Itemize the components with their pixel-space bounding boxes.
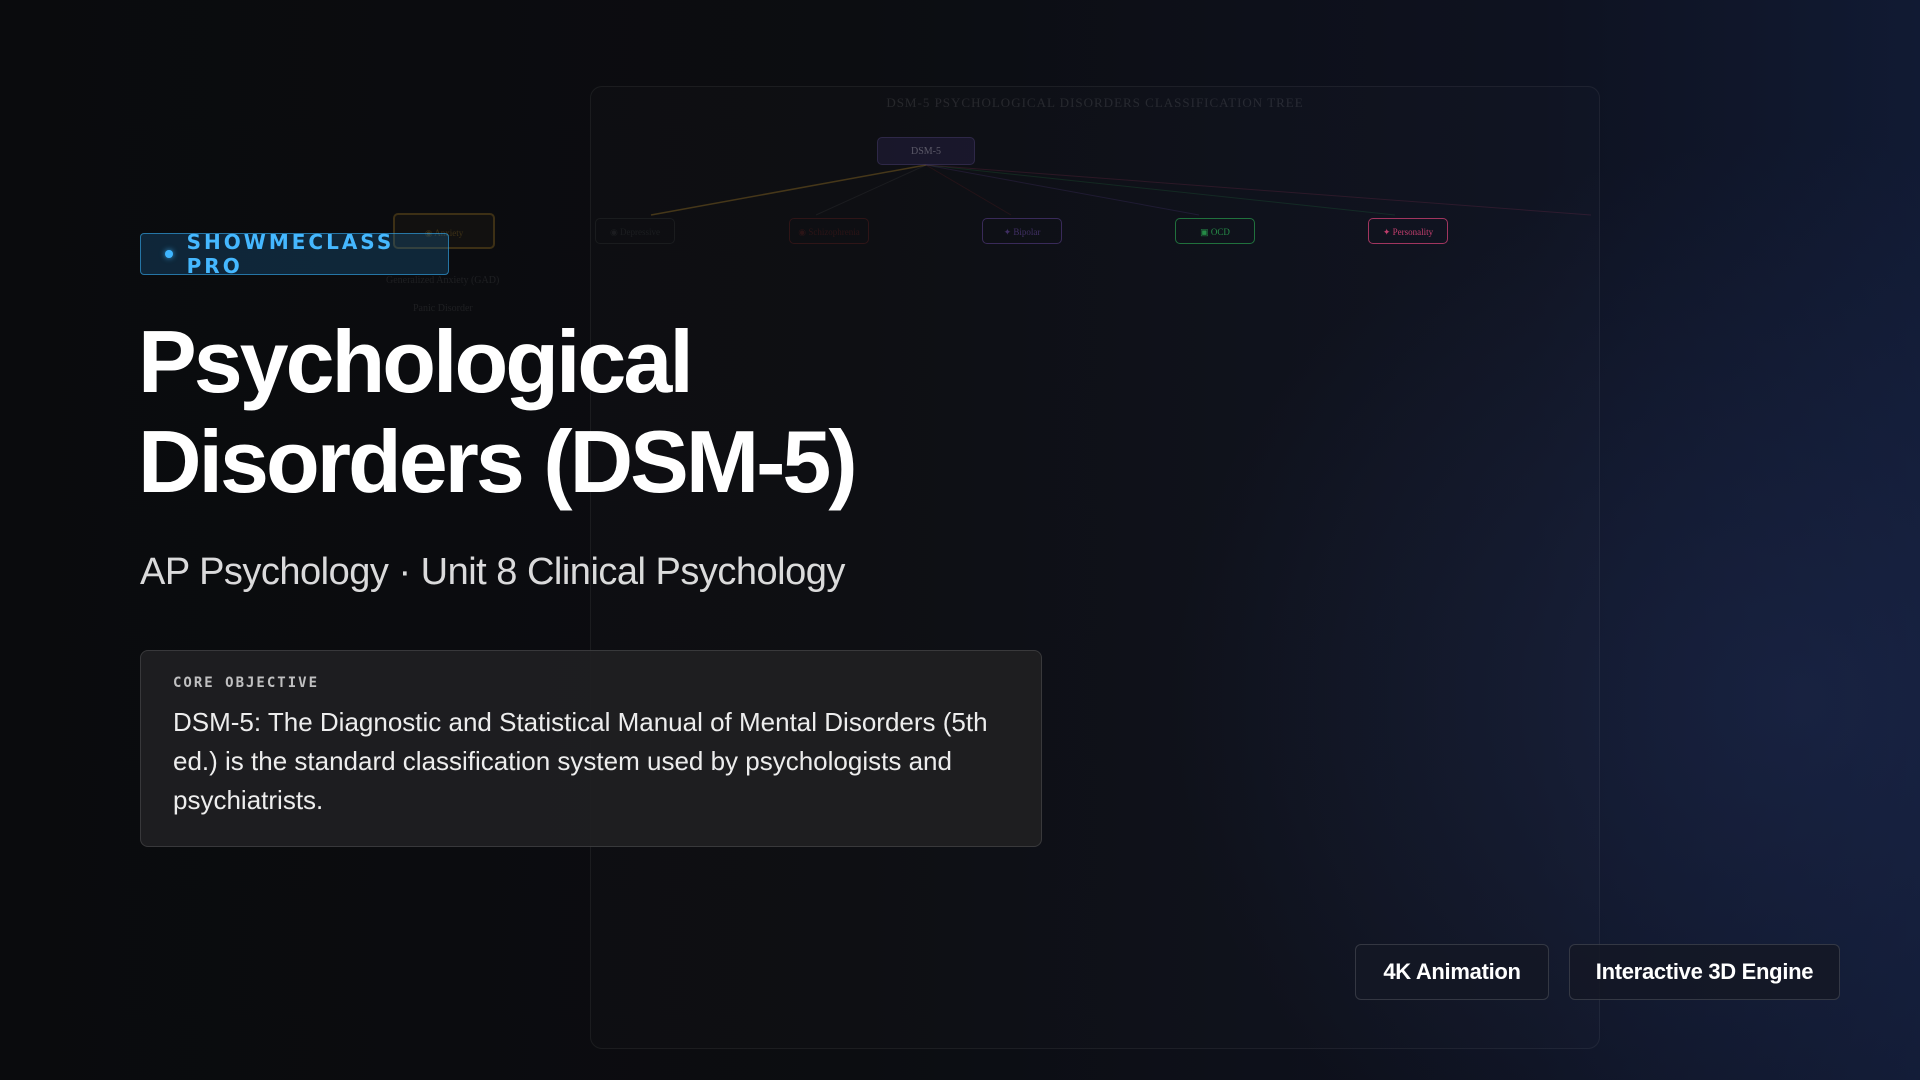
page-title-line-2: Disorders (DSM-5) (138, 412, 858, 511)
diagram-title: DSM-5 PSYCHOLOGICAL DISORDERS CLASSIFICA… (886, 95, 1304, 110)
ocd-icon: ▣ (1200, 227, 1211, 237)
feature-tag-3d-engine[interactable]: Interactive 3D Engine (1569, 944, 1840, 1000)
diagram-node-depressive[interactable]: ◉ Depressive (595, 218, 675, 244)
brand-badge-label: SHOWMECLASS PRO (186, 230, 395, 278)
diagram-node-bipolar[interactable]: ✦ Bipolar (982, 218, 1062, 244)
connector-depressive (815, 164, 927, 216)
objective-text: DSM-5: The Diagnostic and Statistical Ma… (173, 707, 988, 815)
brand-badge: SHOWMECLASS PRO (140, 230, 449, 278)
status-dot-icon (165, 250, 173, 258)
page-subtitle: AP Psychology · Unit 8 Clinical Psycholo… (140, 551, 845, 593)
objective-card: CORE OBJECTIVE DSM-5: The Diagnostic and… (140, 650, 1042, 847)
bipolar-icon: ✦ (1003, 227, 1014, 237)
feature-tag-4k-animation[interactable]: 4K Animation (1355, 944, 1549, 1000)
schizophrenia-icon: ◉ (798, 227, 809, 237)
diagram-node-schizophrenia[interactable]: ◉ Schizophrenia (789, 218, 869, 244)
page-title: Psychological Disorders (DSM-5) (138, 312, 1038, 512)
diagram-node-personality[interactable]: ✦ Personality (1368, 218, 1448, 244)
objective-label: CORE OBJECTIVE (173, 675, 320, 691)
connector-personality (925, 164, 1592, 216)
personality-icon: ✦ (1382, 227, 1393, 237)
diagram-root-node[interactable]: DSM-5 (877, 137, 975, 165)
page-title-line-1: Psychological (138, 312, 694, 411)
connector-anxiety (650, 164, 927, 216)
depressive-icon: ◉ (609, 227, 621, 237)
diagram-node-ocd[interactable]: ▣ OCD (1175, 218, 1255, 244)
